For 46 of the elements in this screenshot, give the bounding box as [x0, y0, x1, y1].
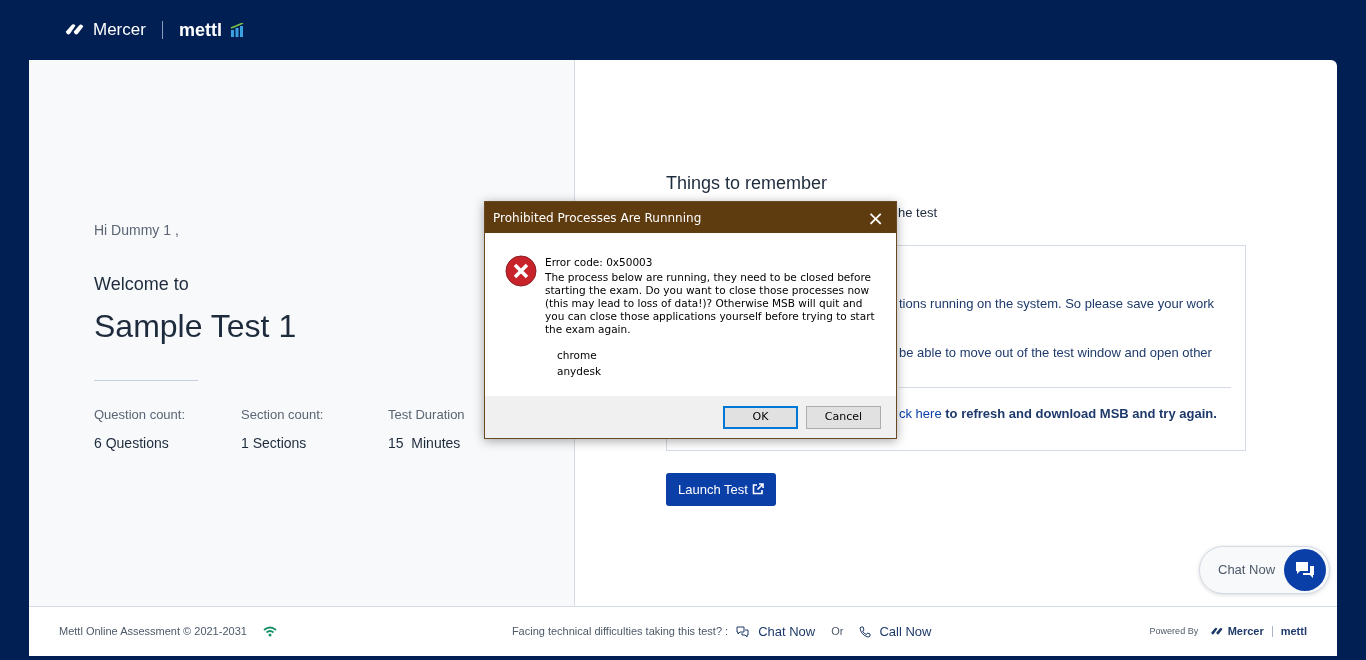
close-button[interactable]: ×	[863, 207, 888, 228]
bar-chart-icon	[229, 23, 244, 37]
chat-icon	[736, 625, 751, 638]
instruction-text: he test	[898, 204, 938, 222]
logo-icon	[1210, 627, 1224, 636]
ok-button[interactable]: OK	[723, 405, 798, 429]
product-name: mettl	[178, 18, 222, 42]
stat-label: Question count:	[94, 406, 186, 424]
external-link-icon	[751, 483, 764, 496]
product-name: mettl	[1280, 624, 1307, 640]
copyright-text: Mettl Online Assessment © 2021-2031	[59, 624, 247, 640]
logo-icon	[64, 23, 85, 37]
test-title: Sample Test 1	[94, 307, 297, 346]
launch-test-button[interactable]: Launch Test	[666, 472, 776, 506]
chat-widget[interactable]: Chat Now	[1199, 546, 1330, 594]
brand-name: Mercer	[1227, 624, 1264, 640]
process-name: chrome	[557, 348, 598, 364]
greeting-text: Hi Dummy 1 ,	[94, 221, 179, 240]
powered-by-text: Powered By	[1149, 624, 1199, 638]
instruction-text: be able to move out of the test window and open other	[899, 344, 1212, 362]
stat-value: 6 Questions	[94, 433, 169, 453]
dialog-title: Prohibited Processes Are Runnning	[493, 209, 702, 227]
chat-button[interactable]	[1284, 549, 1326, 591]
brand-name: Mercer	[93, 19, 146, 42]
stat-label: Test Duration	[388, 406, 465, 424]
error-icon	[505, 255, 537, 287]
stat-value: 15 Minutes	[388, 433, 461, 453]
cancel-button[interactable]: Cancel	[806, 405, 881, 429]
stat-label: Section count:	[241, 406, 324, 424]
phone-icon	[859, 625, 872, 638]
wifi-icon	[262, 626, 277, 637]
process-name: anydesk	[557, 364, 602, 380]
section-title: Things to remember	[666, 172, 828, 195]
or-text: Or	[831, 624, 844, 640]
stat-value: 1 Sections	[241, 433, 307, 453]
welcome-text: Welcome to	[94, 273, 189, 296]
dialog-message: The process below are running, they need to be closed before starting the exam. Do you want to close those processes now (this may lead to loss of data!)? Otherwise MSB will quit and you can close those applications yourself before trying to start the exam again.	[545, 270, 876, 337]
help-text: Facing technical difficulties taking this test? :	[511, 624, 729, 640]
instruction-text: tions running on the system. So please save your work	[899, 294, 1215, 313]
chat-label: Chat Now	[1218, 561, 1276, 580]
refresh-text: ck here to refresh and download MSB and try again.	[899, 404, 1217, 423]
refresh-link[interactable]: ck here	[899, 405, 942, 421]
chat-icon	[1294, 560, 1316, 580]
chat-link[interactable]: Chat Now	[758, 621, 816, 642]
error-code: Error code: 0x50003	[545, 255, 654, 270]
call-link[interactable]: Call Now	[879, 621, 932, 642]
